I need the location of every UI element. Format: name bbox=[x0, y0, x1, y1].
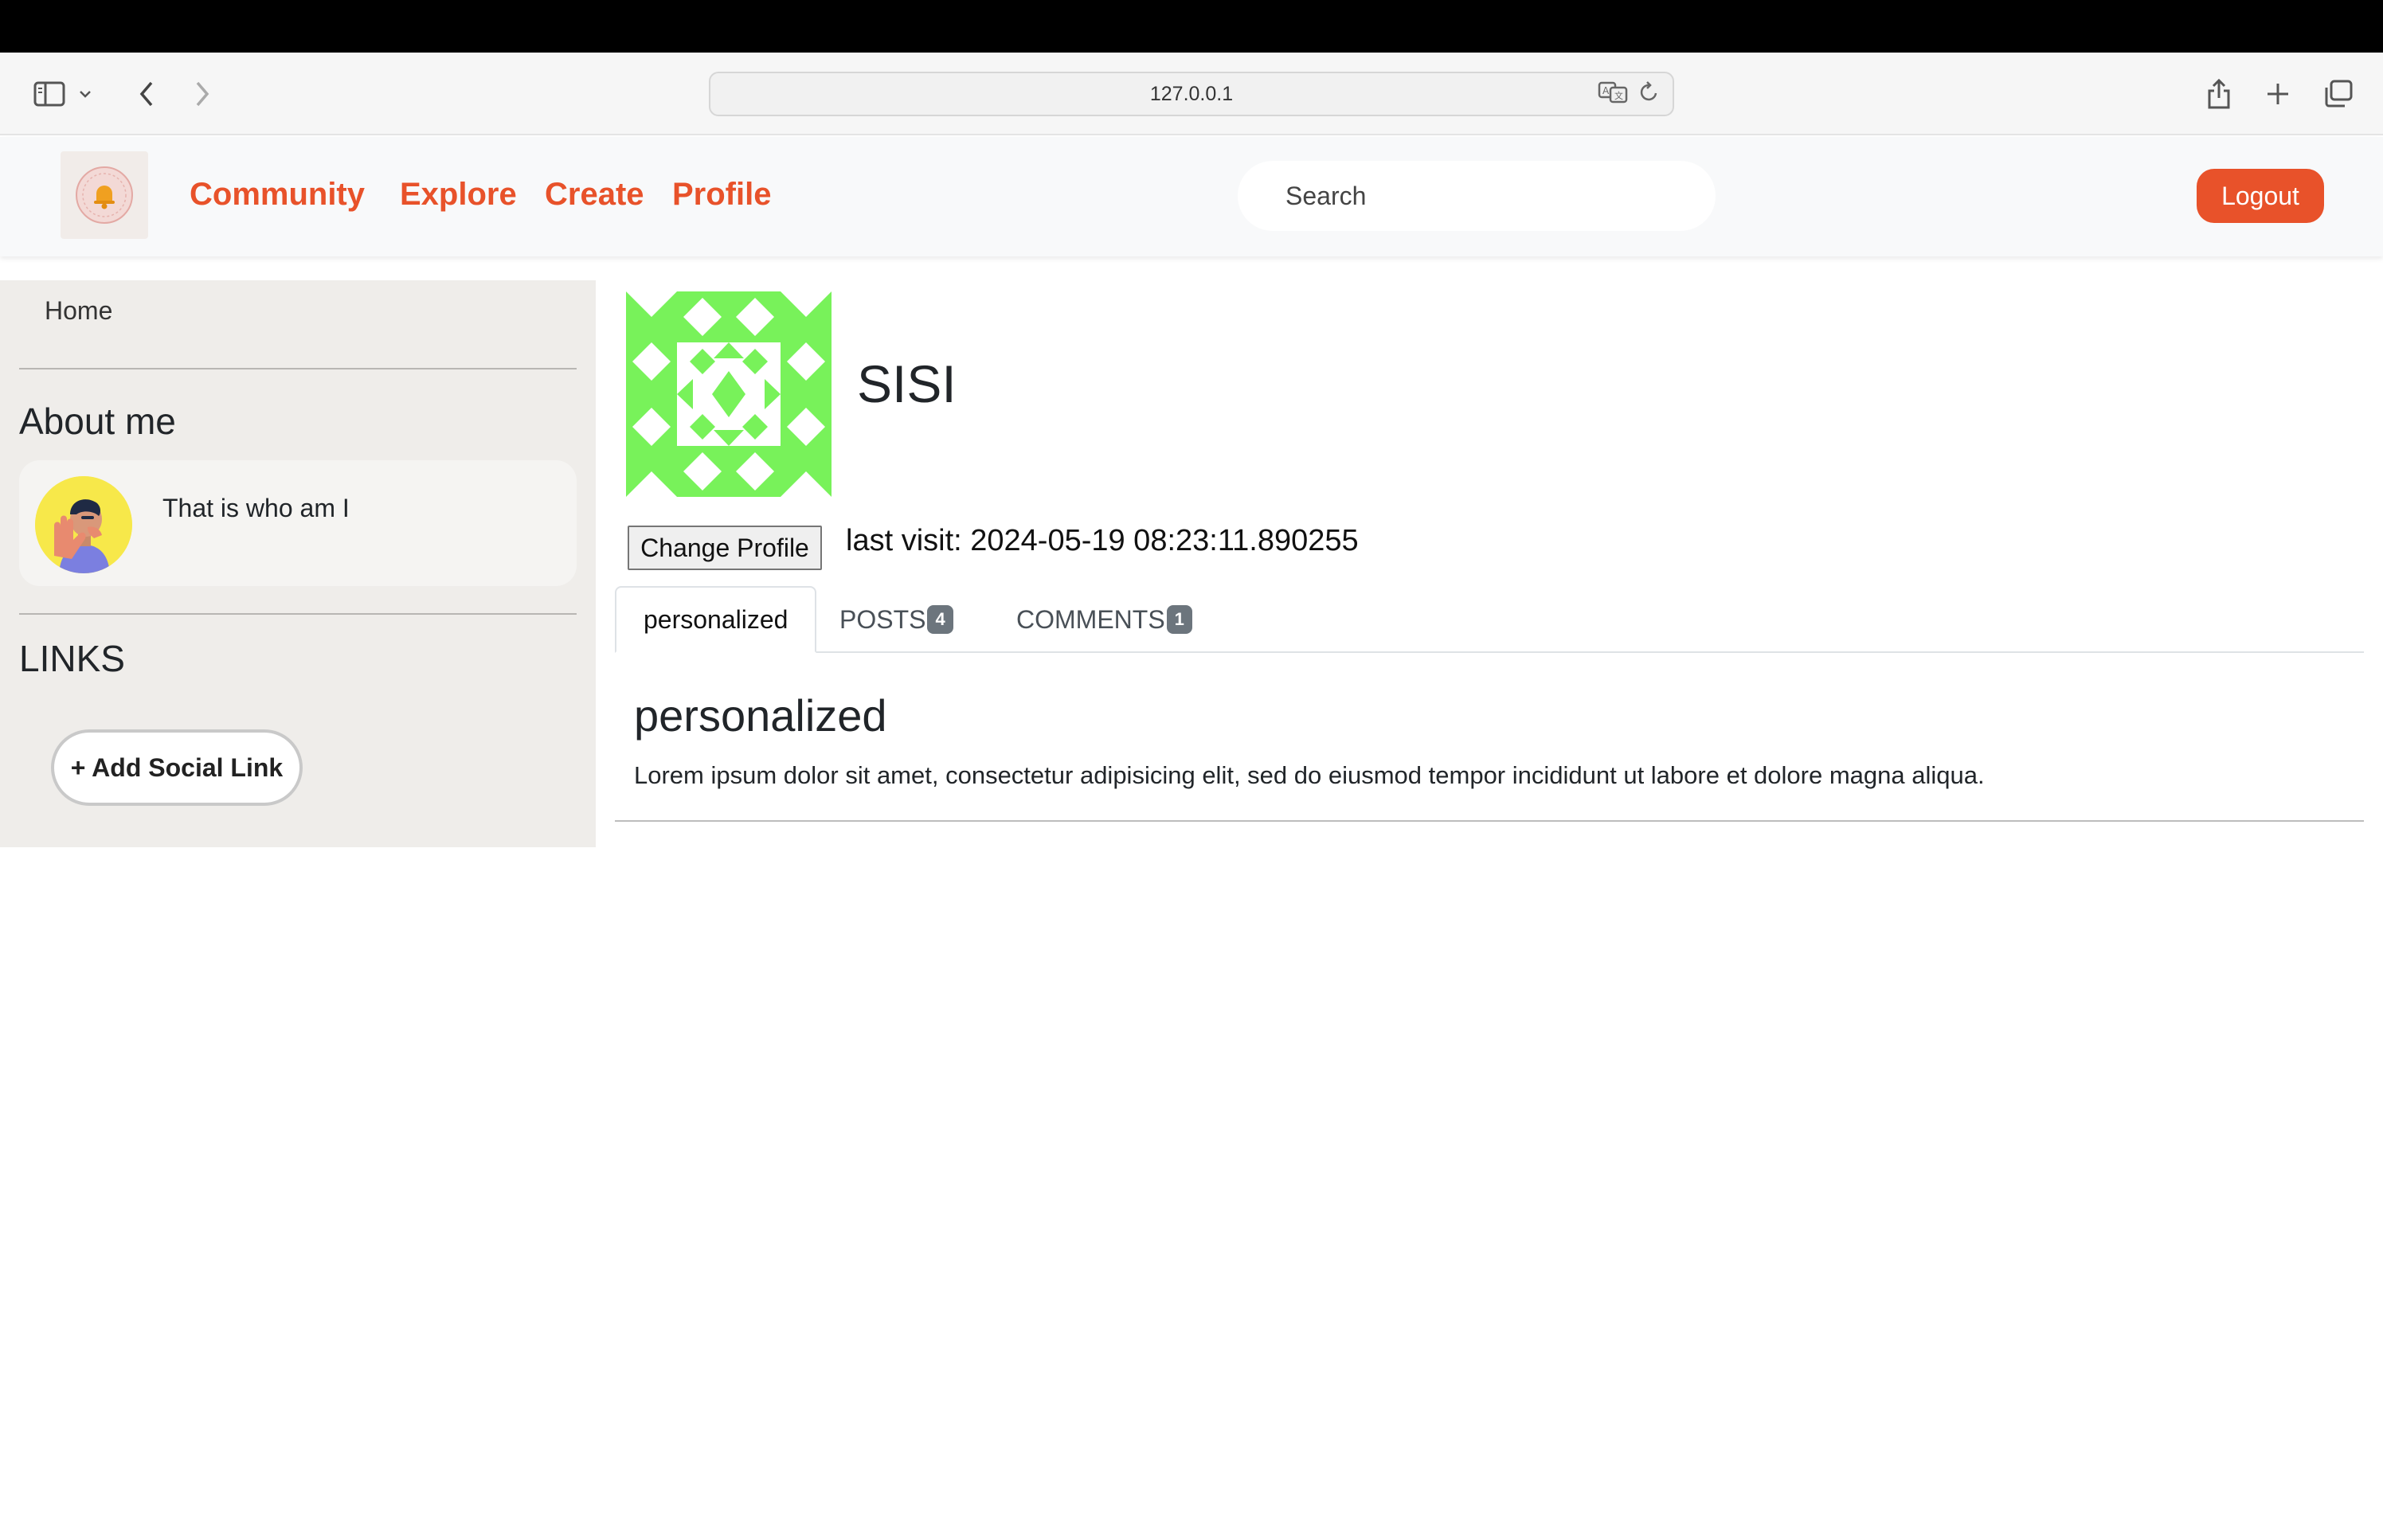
sidebar-home-link[interactable]: Home bbox=[45, 296, 112, 326]
bell-logo-icon[interactable] bbox=[61, 151, 148, 239]
tab-comments[interactable]: COMMENTS 1 bbox=[989, 586, 1219, 653]
avatar bbox=[35, 476, 132, 573]
share-icon[interactable] bbox=[2198, 73, 2240, 115]
nav-create-link[interactable]: Create bbox=[545, 172, 644, 217]
links-heading: LINKS bbox=[19, 638, 125, 679]
svg-text:A: A bbox=[1602, 85, 1610, 96]
logout-button[interactable]: Logout bbox=[2197, 169, 2324, 223]
tab-posts[interactable]: POSTS 4 bbox=[812, 586, 980, 653]
site-navbar: Community Explore Create Profile Logout bbox=[0, 137, 2383, 256]
about-heading: About me bbox=[19, 401, 176, 442]
new-tab-icon[interactable] bbox=[2257, 73, 2299, 115]
tab-label: personalized bbox=[644, 604, 788, 634]
search-input[interactable] bbox=[1238, 161, 1716, 231]
about-card: That is who am I bbox=[19, 460, 577, 586]
divider bbox=[615, 820, 2364, 822]
tab-label: POSTS bbox=[839, 604, 926, 634]
nav-profile-link[interactable]: Profile bbox=[672, 172, 771, 217]
add-social-link-button[interactable]: + Add Social Link bbox=[51, 729, 303, 806]
nav-community-link[interactable]: Community bbox=[190, 172, 365, 217]
last-visit-text: last visit: 2024-05-19 08:23:11.890255 bbox=[846, 524, 1359, 557]
profile-username: SISI bbox=[857, 354, 957, 413]
address-bar[interactable]: 127.0.0.1 A文 bbox=[709, 72, 1674, 116]
posts-count-badge: 4 bbox=[927, 605, 953, 634]
reload-icon[interactable] bbox=[1639, 81, 1660, 109]
translate-icon[interactable]: A文 bbox=[1598, 81, 1628, 109]
profile-identicon bbox=[626, 291, 832, 497]
tab-personalized[interactable]: personalized bbox=[615, 586, 817, 653]
url-text: 127.0.0.1 bbox=[1149, 82, 1234, 105]
nav-explore-link[interactable]: Explore bbox=[400, 172, 517, 217]
forward-icon[interactable] bbox=[182, 73, 223, 115]
pane-title: personalized bbox=[634, 690, 887, 741]
divider bbox=[19, 368, 577, 369]
comments-count-badge: 1 bbox=[1166, 605, 1192, 634]
svg-text:文: 文 bbox=[1614, 90, 1623, 101]
system-top-bar bbox=[0, 0, 2383, 53]
change-profile-button[interactable]: Change Profile bbox=[628, 526, 822, 570]
about-text: That is who am I bbox=[162, 494, 350, 522]
divider bbox=[19, 613, 577, 615]
pane-text: Lorem ipsum dolor sit amet, consectetur … bbox=[634, 761, 1985, 789]
browser-toolbar: 127.0.0.1 A文 bbox=[0, 53, 2383, 135]
chevron-down-icon[interactable] bbox=[73, 73, 97, 115]
back-icon[interactable] bbox=[126, 73, 167, 115]
sidebar: Home About me That is who am I LINKS + A… bbox=[0, 280, 596, 847]
tab-label: COMMENTS bbox=[1016, 604, 1165, 634]
sidebar-icon[interactable] bbox=[29, 73, 70, 115]
tabs-overview-icon[interactable] bbox=[2318, 73, 2359, 115]
